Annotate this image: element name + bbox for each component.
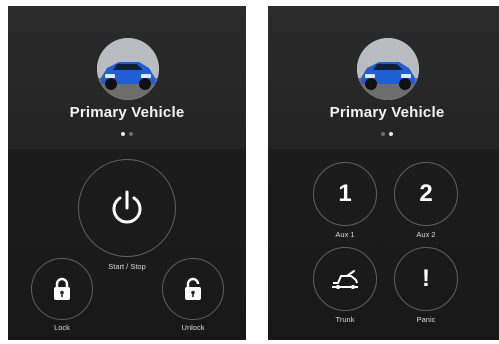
- page-dot-1[interactable]: [121, 132, 125, 136]
- trunk-icon: [332, 270, 358, 289]
- panic-symbol: !: [422, 265, 430, 292]
- aux1-symbol: 1: [338, 180, 352, 207]
- trunk-button[interactable]: [313, 247, 377, 311]
- page-indicator: [8, 132, 246, 136]
- vehicle-title: Primary Vehicle: [329, 104, 445, 121]
- trunk-label: Trunk: [335, 315, 355, 324]
- page-dot-2[interactable]: [129, 132, 133, 136]
- remote-start-screen-main: Primary Vehicle Start / Stop Lock Unlock: [8, 6, 246, 340]
- aux1-button[interactable]: 1: [313, 162, 377, 226]
- aux2-symbol: 2: [419, 180, 433, 207]
- lock-button[interactable]: [31, 258, 93, 320]
- start-stop-button[interactable]: [78, 159, 176, 257]
- start-stop-label: Start / Stop: [108, 262, 146, 271]
- aux2-label: Aux 2: [416, 230, 436, 239]
- page-dot-2[interactable]: [389, 132, 393, 136]
- controls-panel: [268, 149, 499, 340]
- remote-start-screen-aux: Primary Vehicle 1 Aux 1 2 Aux 2 Trunk ! …: [268, 6, 499, 340]
- power-icon: [112, 190, 142, 224]
- panic-button[interactable]: !: [394, 247, 458, 311]
- lock-icon: [54, 277, 70, 300]
- vehicle-title: Primary Vehicle: [69, 104, 185, 121]
- unlock-button[interactable]: [162, 258, 224, 320]
- aux1-label: Aux 1: [335, 230, 355, 239]
- vehicle-avatar[interactable]: [97, 38, 159, 100]
- car-photo-icon: [357, 38, 419, 100]
- vehicle-avatar[interactable]: [357, 38, 419, 100]
- page-indicator: [268, 132, 499, 136]
- lock-label: Lock: [54, 323, 70, 332]
- panic-label: Panic: [416, 315, 436, 324]
- page-dot-1[interactable]: [381, 132, 385, 136]
- aux2-button[interactable]: 2: [394, 162, 458, 226]
- unlock-icon: [185, 277, 201, 300]
- unlock-label: Unlock: [181, 323, 205, 332]
- car-photo-icon: [97, 38, 159, 100]
